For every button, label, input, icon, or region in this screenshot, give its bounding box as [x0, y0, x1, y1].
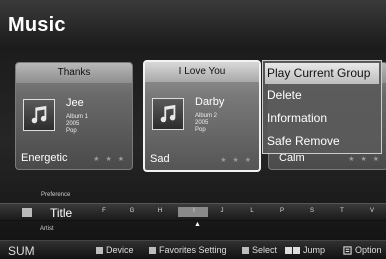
select-button[interactable]: Select	[242, 245, 277, 255]
option-icon	[343, 245, 352, 255]
bottom-bar: SUM Device Favorites Setting Select Jump…	[0, 240, 386, 259]
pointer-up-icon: ▲	[194, 221, 201, 228]
letter-index-item[interactable]: T	[336, 208, 348, 214]
device-button[interactable]: Device	[96, 245, 134, 255]
card-year: 2005	[66, 121, 80, 127]
music-card-1[interactable]: Thanks Jee Album 1 2005 Pop Energetic ★ …	[15, 62, 133, 170]
card-mood: Energetic	[21, 152, 68, 164]
card-mood: Sad	[150, 153, 170, 165]
card-song-title: I Love You	[145, 62, 259, 82]
option-button[interactable]: Option	[343, 245, 382, 255]
letter-index-item[interactable]: G	[126, 208, 138, 214]
sort-option-above[interactable]: Preference	[41, 192, 70, 198]
music-screen: Music Thanks Jee Album 1 2005 Pop Energe…	[0, 0, 386, 259]
menu-item-safe-remove[interactable]: Safe Remove	[263, 130, 381, 153]
card-album: Album 1	[66, 114, 89, 120]
letter-index-item[interactable]: H	[154, 208, 166, 214]
option-label: Option	[355, 245, 382, 255]
card-album: Album 2	[195, 113, 218, 119]
menu-item-play-current-group[interactable]: Play Current Group	[265, 63, 379, 84]
red-button-icon	[96, 246, 103, 254]
letter-index-item[interactable]: V	[366, 208, 378, 214]
page-title: Music	[8, 14, 66, 36]
letter-index-item[interactable]: J	[216, 208, 228, 214]
jump-icon	[285, 246, 300, 254]
card-meta: Album 2 2005 Pop	[195, 113, 217, 134]
jump-button[interactable]: Jump	[285, 245, 325, 255]
letter-index-item[interactable]: F	[98, 208, 110, 214]
sort-option-below[interactable]: Artist	[40, 226, 54, 232]
sort-current[interactable]: Title	[50, 206, 72, 220]
yellow-button-icon	[242, 246, 249, 254]
music-note-icon	[152, 98, 184, 130]
letter-index-item[interactable]: I	[188, 208, 200, 214]
star-icon: ★ ★ ★	[220, 157, 253, 164]
menu-item-delete[interactable]: Delete	[263, 84, 381, 107]
card-genre: Pop	[195, 127, 206, 133]
letter-index-item[interactable]: P	[276, 208, 288, 214]
card-genre: Pop	[66, 128, 77, 134]
letter-index-item[interactable]: L	[246, 208, 258, 214]
card-meta: Album 1 2005 Pop	[66, 114, 88, 135]
select-label: Select	[252, 245, 278, 255]
favorites-label: Favorites Setting	[159, 245, 227, 255]
green-button-icon	[149, 246, 156, 254]
star-icon: ★ ★ ★	[348, 156, 381, 163]
menu-item-information[interactable]: Information	[263, 107, 381, 130]
jump-label: Jump	[303, 245, 326, 255]
sort-icon	[22, 208, 32, 217]
card-artist: Darby	[195, 96, 225, 108]
letter-index: F G H I J L P S T V	[90, 203, 386, 221]
sum-label: SUM	[8, 244, 35, 258]
card-artist: Jee	[66, 97, 84, 109]
device-label: Device	[106, 245, 134, 255]
music-note-icon	[23, 99, 55, 131]
music-card-2[interactable]: I Love You Darby Album 2 2005 Pop Sad ★ …	[143, 60, 261, 172]
card-song-title: Thanks	[16, 63, 132, 83]
star-icon: ★ ★ ★	[93, 156, 126, 163]
card-year: 2005	[195, 120, 209, 126]
letter-index-item[interactable]: S	[306, 208, 318, 214]
context-menu: Play Current Group Delete Information Sa…	[262, 60, 382, 154]
favorites-setting-button[interactable]: Favorites Setting	[149, 245, 227, 255]
